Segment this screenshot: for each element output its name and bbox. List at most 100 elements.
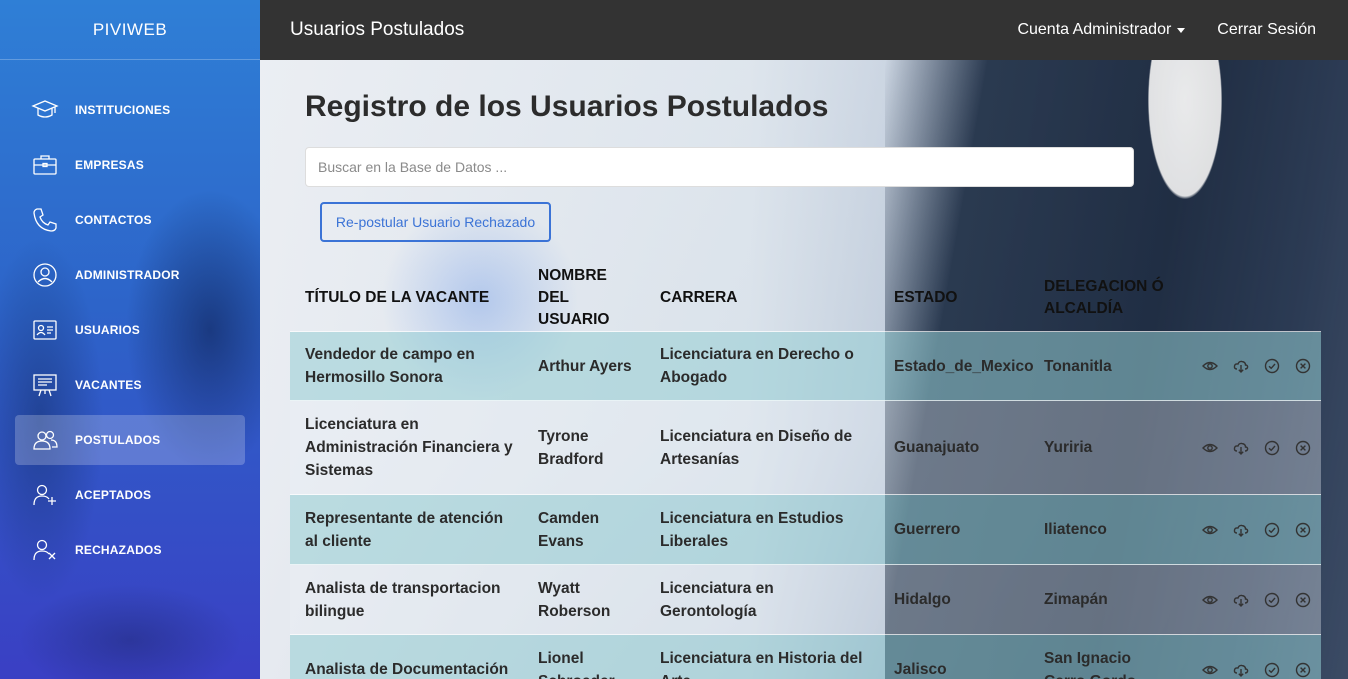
row-actions (1177, 495, 1321, 565)
table-cell: Guanajuato (894, 439, 980, 456)
eye-icon[interactable] (1200, 519, 1221, 541)
sidebar-item-label: POSTULADOS (75, 433, 161, 447)
row-actions (1177, 401, 1321, 495)
cloud-download-icon[interactable] (1231, 519, 1252, 541)
table-cell: Guerrero (894, 521, 961, 538)
account-label: Cuenta Administrador (1017, 21, 1172, 38)
sidebar-item-label: RECHAZADOS (75, 543, 162, 557)
table-cell: Licenciatura en Diseño de Artesanías (660, 427, 853, 468)
column-header: ESTADO (894, 289, 958, 306)
table-cell: Hidalgo (894, 591, 951, 608)
table-cell: Representante de atención al cliente (305, 509, 504, 550)
account-dropdown[interactable]: Cuenta Administrador (1017, 21, 1186, 39)
sidebar-item-label: EMPRESAS (75, 158, 144, 172)
table-cell: Vendedor de campo en Hermosillo Sonora (305, 346, 475, 386)
logout-link[interactable]: Cerrar Sesión (1217, 21, 1316, 39)
table-cell: Licenciatura en Historia del Arte (660, 649, 863, 679)
check-circle-icon[interactable] (1262, 519, 1283, 541)
cloud-download-icon[interactable] (1231, 659, 1252, 679)
eye-icon[interactable] (1200, 355, 1221, 377)
check-circle-icon[interactable] (1262, 355, 1283, 377)
table-cell: Estado_de_Mexico (894, 357, 1034, 375)
user-x-icon (30, 536, 60, 564)
table-cell: Analista de Documentación (305, 661, 509, 679)
table-row: Vendedor de campo en Hermosillo Sonora Ar… (290, 331, 1321, 401)
sidebar-item-aceptados[interactable]: ACEPTADOS (15, 470, 245, 520)
sidebar-item-contactos[interactable]: CONTACTOS (15, 195, 245, 245)
eye-icon[interactable] (1200, 589, 1221, 611)
column-header: DELEGACION Ó ALCALDÍA (1044, 278, 1164, 317)
sidebar-item-label: ADMINISTRADOR (75, 268, 180, 282)
check-circle-icon[interactable] (1262, 437, 1283, 459)
sidebar-item-instituciones[interactable]: INSTITUCIONES (15, 85, 245, 135)
user-circle-icon (30, 261, 60, 289)
table-cell: Licenciatura en Administración Financier… (305, 416, 513, 479)
x-circle-icon[interactable] (1292, 437, 1313, 459)
table-cell: Iliatenco (1044, 521, 1107, 538)
applicants-table: TÍTULO DE LA VACANTE NOMBRE DEL USUARIO … (290, 265, 1321, 679)
search-input[interactable] (305, 147, 1134, 187)
check-circle-icon[interactable] (1262, 589, 1283, 611)
column-header-actions (1177, 265, 1321, 332)
x-circle-icon[interactable] (1292, 355, 1313, 377)
sidebar-item-postulados[interactable]: POSTULADOS (15, 415, 245, 465)
sidebar-item-rechazados[interactable]: RECHAZADOS (15, 525, 245, 575)
row-actions (1177, 635, 1321, 679)
table-cell: Licenciatura en Derecho o Abogado (660, 346, 854, 386)
sidebar-item-vacantes[interactable]: VACANTES (15, 360, 245, 410)
column-header: CARRERA (660, 289, 738, 306)
cloud-download-icon[interactable] (1231, 589, 1252, 611)
check-circle-icon[interactable] (1262, 659, 1283, 679)
table-cell: San Ignacio Cerro Gordo (1044, 649, 1136, 679)
phone-icon (30, 206, 60, 234)
x-circle-icon[interactable] (1292, 519, 1313, 541)
graduation-cap-icon (30, 96, 60, 124)
sidebar-item-administrador[interactable]: ADMINISTRADOR (15, 250, 245, 300)
table-cell: Yuriria (1044, 439, 1093, 456)
x-circle-icon[interactable] (1292, 589, 1313, 611)
column-header: TÍTULO DE LA VACANTE (305, 289, 490, 306)
caret-down-icon (1177, 27, 1186, 33)
cloud-download-icon[interactable] (1231, 437, 1252, 459)
top-navbar: Usuarios Postulados Cuenta Administrador… (260, 0, 1348, 60)
table-cell: Camden Evans (538, 509, 600, 550)
brand-logo[interactable]: PIVIWEB (0, 0, 260, 60)
table-cell: Jalisco (894, 661, 947, 679)
sidebar-item-label: INSTITUCIONES (75, 103, 171, 117)
eye-icon[interactable] (1200, 437, 1221, 459)
eye-icon[interactable] (1200, 659, 1221, 679)
briefcase-icon (30, 151, 60, 179)
x-circle-icon[interactable] (1292, 659, 1313, 679)
table-row: Analista de transportacion bilingue Wyatt… (290, 564, 1321, 635)
table-cell: Zimapán (1044, 591, 1108, 608)
sidebar-item-label: CONTACTOS (75, 213, 152, 227)
row-actions (1177, 332, 1321, 401)
repost-rejected-user-button[interactable]: Re-postular Usuario Rechazado (320, 202, 551, 242)
table-row: Analista de Documentación Lionel Schroede… (290, 634, 1321, 679)
table-cell: Wyatt Roberson (538, 579, 611, 620)
table-row: Licenciatura en Administración Financier… (290, 400, 1321, 495)
presentation-board-icon (30, 371, 60, 399)
sidebar-item-label: VACANTES (75, 378, 142, 392)
sidebar-item-empresas[interactable]: EMPRESAS (15, 140, 245, 190)
main-content: Registro de los Usuarios Postulados Re-p… (260, 60, 1348, 679)
table-cell: Licenciatura en Estudios Liberales (660, 509, 844, 550)
section-heading: Registro de los Usuarios Postulados (305, 90, 829, 123)
sidebar: PIVIWEB INSTITUCIONES EMPRESAS CONTACTOS… (0, 0, 260, 679)
table-cell: Tyrone Bradford (538, 427, 604, 468)
table-row: Representante de atención al cliente Camd… (290, 494, 1321, 565)
users-icon (30, 426, 60, 454)
sidebar-item-usuarios[interactable]: USUARIOS (15, 305, 245, 355)
id-card-icon (30, 316, 60, 344)
table-cell: Lionel Schroeder (538, 649, 615, 679)
page-title: Usuarios Postulados (290, 19, 465, 40)
cloud-download-icon[interactable] (1231, 355, 1252, 377)
sidebar-item-label: ACEPTADOS (75, 488, 152, 502)
sidebar-item-label: USUARIOS (75, 323, 140, 337)
table-cell: Tonanitla (1044, 357, 1112, 375)
table-cell: Arthur Ayers (538, 357, 632, 375)
sidebar-nav: INSTITUCIONES EMPRESAS CONTACTOS ADMINIS… (0, 60, 260, 575)
row-actions (1177, 565, 1321, 635)
table-header-row: TÍTULO DE LA VACANTE NOMBRE DEL USUARIO … (290, 265, 1321, 332)
user-plus-icon (30, 481, 60, 509)
